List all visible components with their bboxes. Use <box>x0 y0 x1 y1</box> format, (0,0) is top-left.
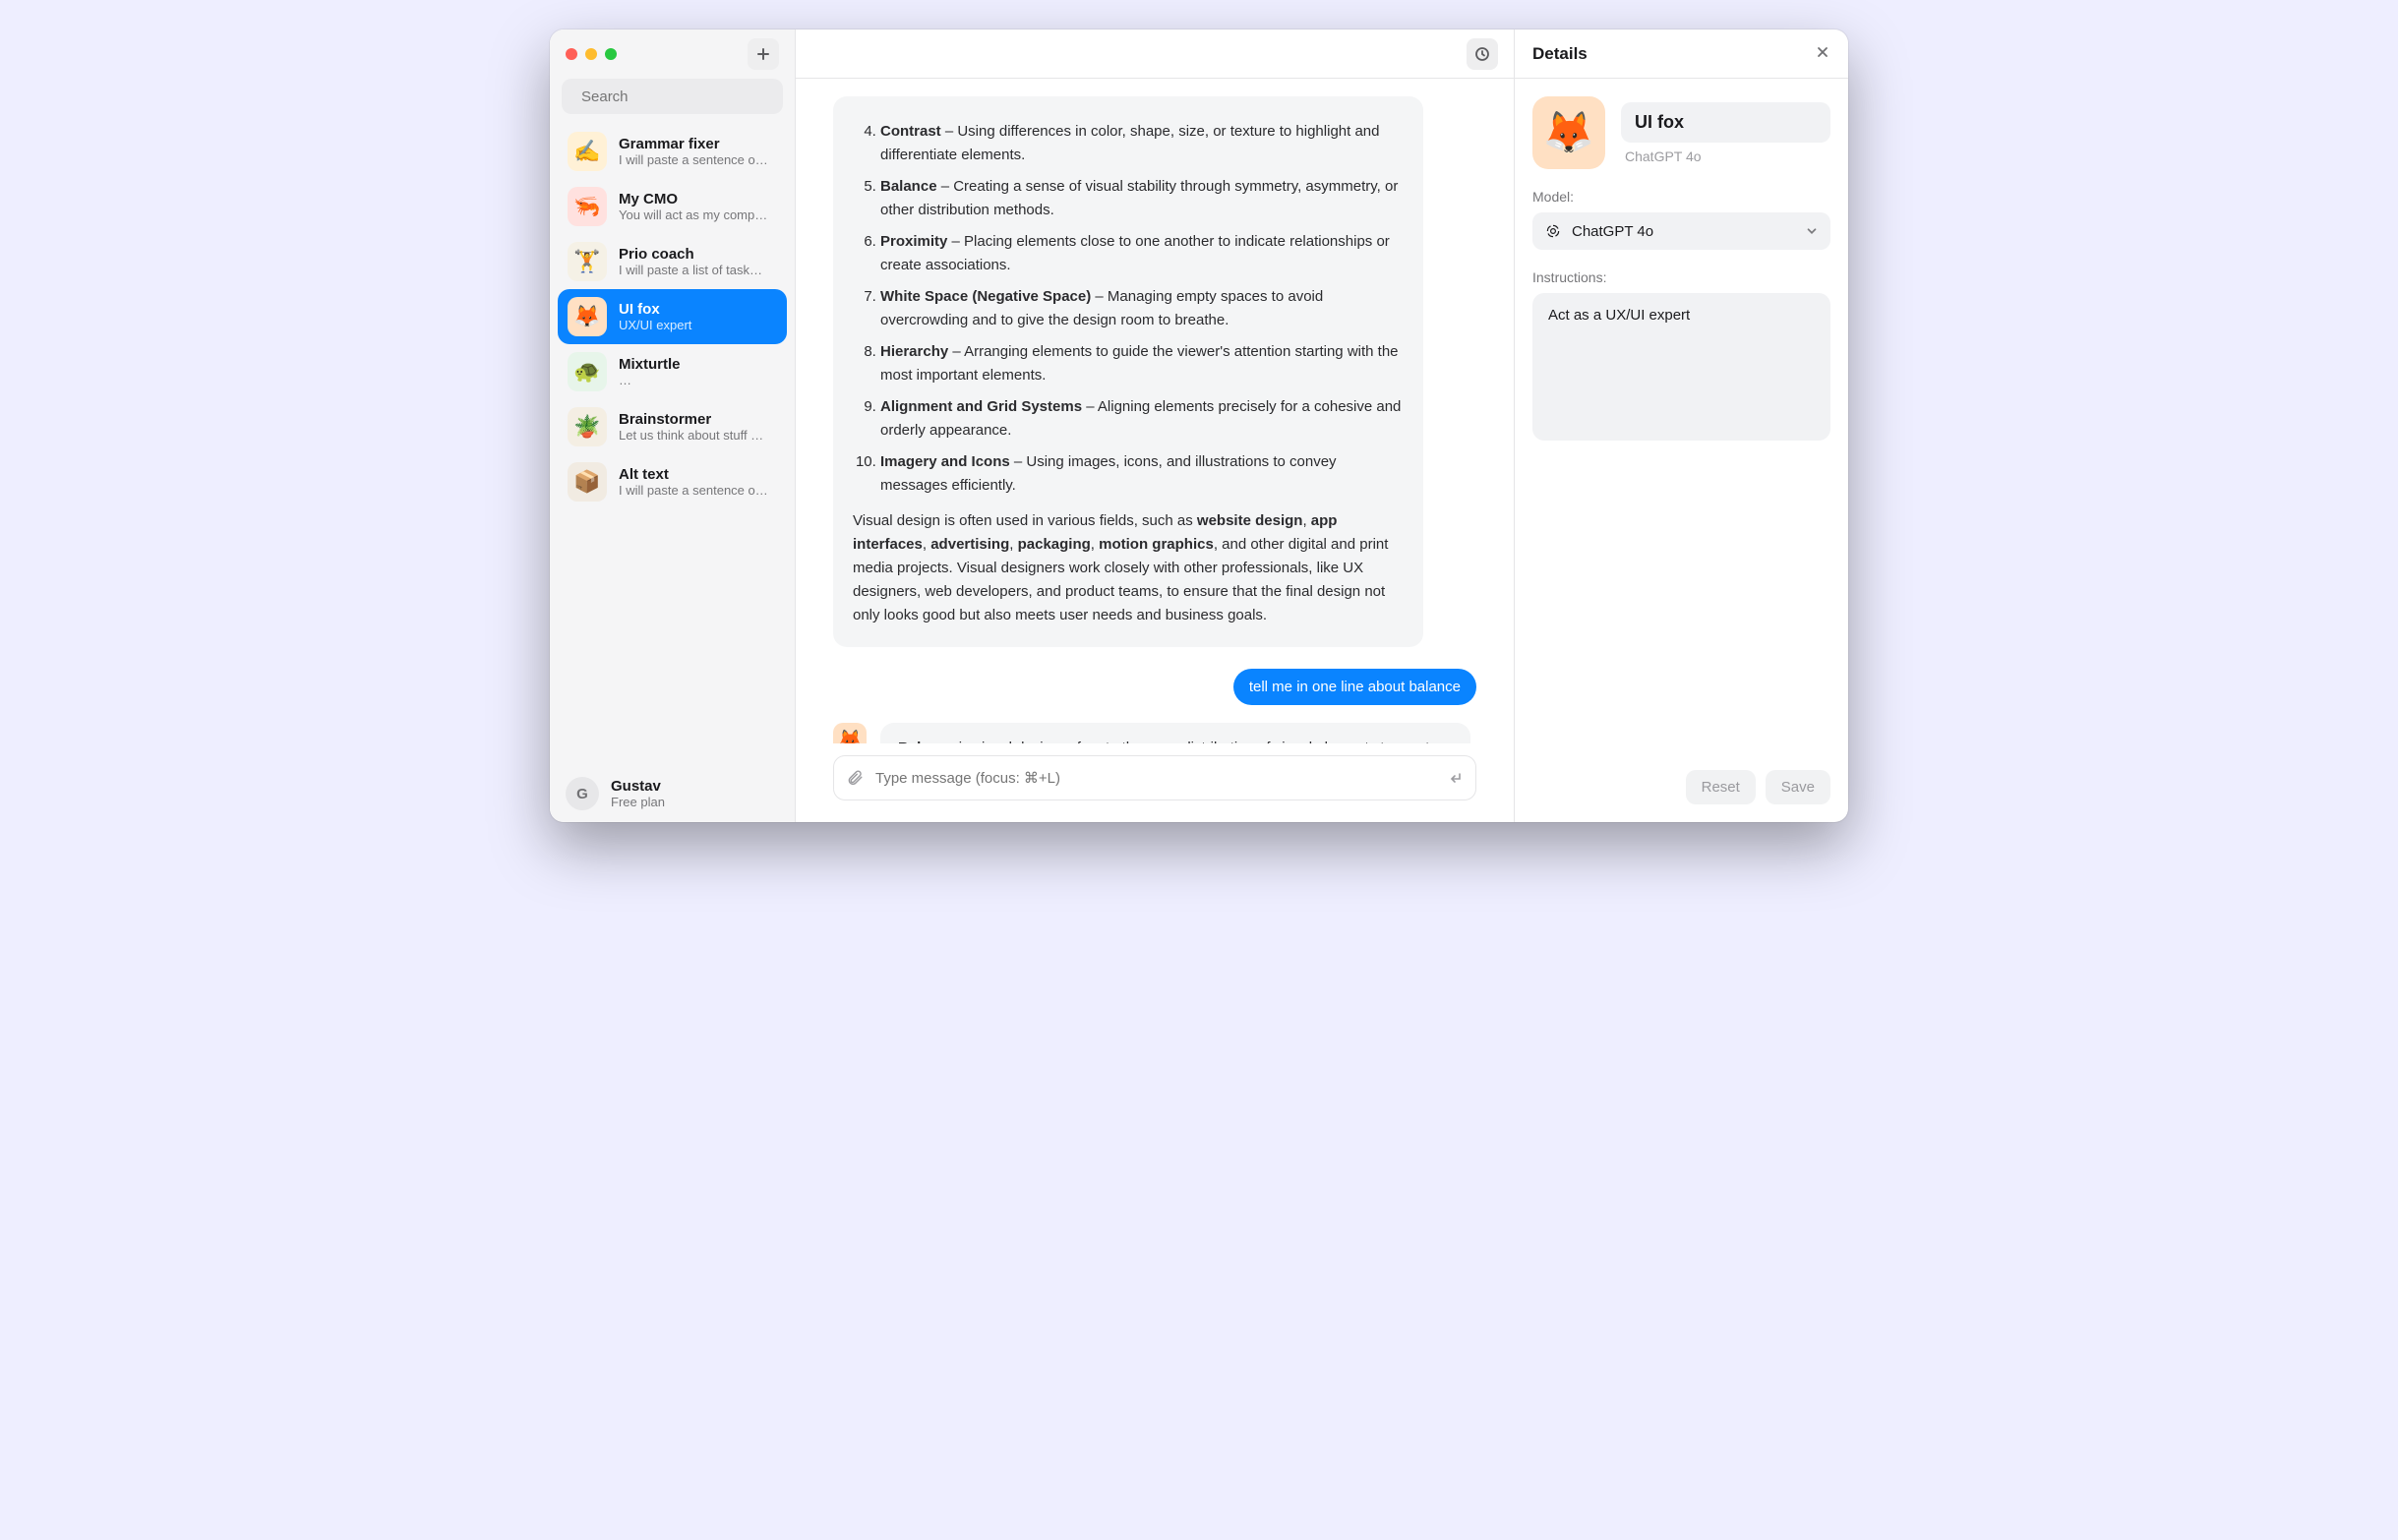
list-item: Hierarchy – Arranging elements to guide … <box>880 340 1404 387</box>
sidebar-item-my-cmo[interactable]: 🦐 My CMO You will act as my comp… <box>558 179 787 234</box>
chevron-down-icon <box>1805 224 1819 238</box>
agent-title: Mixturtle <box>619 356 777 373</box>
agent-title: Brainstormer <box>619 411 777 428</box>
details-title: Details <box>1532 44 1588 64</box>
agent-hero: 🦊 UI fox ChatGPT 4o <box>1532 96 1830 169</box>
agent-name-field[interactable]: UI fox <box>1621 102 1830 143</box>
search-field[interactable] <box>562 79 783 114</box>
agent-subtitle: … <box>619 373 777 387</box>
closing-paragraph: Visual design is often used in various f… <box>853 509 1404 627</box>
sidebar: ✍️ Grammar fixer I will paste a sentence… <box>550 30 796 822</box>
list-item: Proximity – Placing elements close to on… <box>880 230 1404 277</box>
agent-model-caption: ChatGPT 4o <box>1621 148 1830 164</box>
agent-title: UI fox <box>619 301 777 318</box>
details-footer: Reset Save <box>1515 756 1848 822</box>
user-avatar: G <box>566 777 599 810</box>
new-agent-button[interactable] <box>748 38 779 70</box>
composer-input-wrap[interactable] <box>833 755 1476 800</box>
list-item: Alignment and Grid Systems – Aligning el… <box>880 395 1404 443</box>
chat-topbar <box>796 30 1514 79</box>
agent-subtitle: UX/UI expert <box>619 318 777 332</box>
history-button[interactable] <box>1467 38 1498 70</box>
clock-icon <box>1474 46 1490 62</box>
agent-subtitle: I will paste a sentence o… <box>619 483 777 498</box>
chat-scroll[interactable]: Contrast – Using differences in color, s… <box>796 79 1514 743</box>
sidebar-item-prio-coach[interactable]: 🏋️ Prio coach I will paste a list of tas… <box>558 234 787 289</box>
return-icon <box>1448 770 1464 786</box>
list-item: Imagery and Icons – Using images, icons,… <box>880 450 1404 498</box>
model-value: ChatGPT 4o <box>1572 223 1653 240</box>
agent-emoji-icon: ✍️ <box>568 132 607 171</box>
sidebar-item-mixturtle[interactable]: 🐢 Mixturtle … <box>558 344 787 399</box>
assistant-message: Contrast – Using differences in color, s… <box>833 96 1423 647</box>
close-details-button[interactable] <box>1815 44 1830 64</box>
details-header: Details <box>1515 30 1848 79</box>
agent-emoji-icon: 🦊 <box>568 297 607 336</box>
details-body: 🦊 UI fox ChatGPT 4o Model: ChatGPT 4o In… <box>1515 79 1848 756</box>
list-item: Balance – Creating a sense of visual sta… <box>880 175 1404 222</box>
user-message: tell me in one line about balance <box>1233 669 1476 705</box>
attachment-icon[interactable] <box>846 769 864 787</box>
agent-subtitle: I will paste a list of task… <box>619 263 777 277</box>
titlebar <box>550 30 795 79</box>
instructions-label: Instructions: <box>1532 269 1830 285</box>
user-name: Gustav <box>611 778 665 795</box>
chat-column: Contrast – Using differences in color, s… <box>796 30 1514 822</box>
list-item: White Space (Negative Space) – Managing … <box>880 285 1404 332</box>
openai-icon <box>1544 222 1562 240</box>
sidebar-item-brainstormer[interactable]: 🪴 Brainstormer Let us think about stuff … <box>558 399 787 454</box>
agent-subtitle: I will paste a sentence o… <box>619 152 777 167</box>
list-item: Contrast – Using differences in color, s… <box>880 120 1404 167</box>
assistant-reply-row: 🦊 Balance in visual design refers to the… <box>833 723 1476 743</box>
account-footer[interactable]: G Gustav Free plan <box>550 765 795 822</box>
agent-title: My CMO <box>619 191 777 207</box>
close-window-icon[interactable] <box>566 48 577 60</box>
agent-emoji-icon: 🦐 <box>568 187 607 226</box>
sidebar-item-ui-fox[interactable]: 🦊 UI fox UX/UI expert <box>558 289 787 344</box>
reset-button[interactable]: Reset <box>1686 770 1756 804</box>
sidebar-item-alt-text[interactable]: 📦 Alt text I will paste a sentence o… <box>558 454 787 509</box>
plus-icon <box>755 46 771 62</box>
agent-title: Prio coach <box>619 246 777 263</box>
model-label: Model: <box>1532 189 1830 205</box>
reply-rest: in visual design refers to the even dist… <box>898 740 1450 743</box>
traffic-lights <box>566 48 617 60</box>
close-icon <box>1815 44 1830 60</box>
agent-title: Alt text <box>619 466 777 483</box>
agent-emoji-icon: 🪴 <box>568 407 607 446</box>
model-select[interactable]: ChatGPT 4o <box>1532 212 1830 250</box>
save-button[interactable]: Save <box>1766 770 1830 804</box>
sidebar-item-grammar-fixer[interactable]: ✍️ Grammar fixer I will paste a sentence… <box>558 124 787 179</box>
app-window: ✍️ Grammar fixer I will paste a sentence… <box>550 30 1848 822</box>
agent-title: Grammar fixer <box>619 136 777 152</box>
reply-term: Balance <box>898 740 955 743</box>
agent-subtitle: You will act as my comp… <box>619 207 777 222</box>
composer <box>796 743 1514 822</box>
minimize-window-icon[interactable] <box>585 48 597 60</box>
instructions-field[interactable]: Act as a UX/UI expert <box>1532 293 1830 441</box>
agent-subtitle: Let us think about stuff … <box>619 428 777 443</box>
agent-hero-icon[interactable]: 🦊 <box>1532 96 1605 169</box>
agent-emoji-icon: 📦 <box>568 462 607 502</box>
principles-list: Contrast – Using differences in color, s… <box>853 120 1404 498</box>
details-panel: Details 🦊 UI fox ChatGPT 4o Model: ChatG… <box>1514 30 1848 822</box>
agent-emoji-icon: 🏋️ <box>568 242 607 281</box>
user-plan: Free plan <box>611 795 665 809</box>
zoom-window-icon[interactable] <box>605 48 617 60</box>
agent-emoji-icon: 🐢 <box>568 352 607 391</box>
search-input[interactable] <box>579 88 779 106</box>
assistant-reply: Balance in visual design refers to the e… <box>880 723 1470 743</box>
message-input[interactable] <box>873 769 1438 788</box>
assistant-avatar: 🦊 <box>833 723 867 743</box>
agent-list: ✍️ Grammar fixer I will paste a sentence… <box>550 124 795 765</box>
